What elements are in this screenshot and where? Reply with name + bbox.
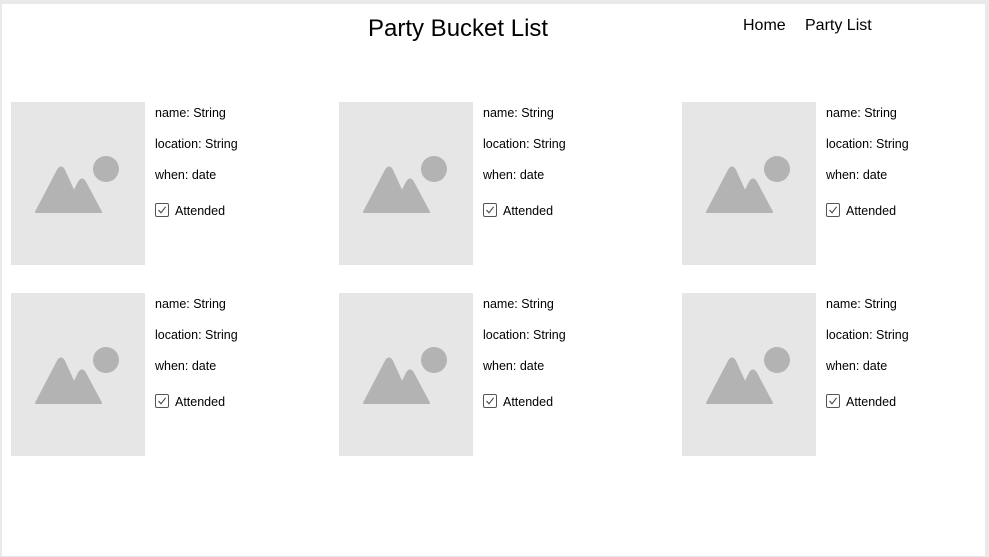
party-image: [682, 102, 816, 265]
image-placeholder-icon: [706, 347, 790, 404]
party-image: [11, 293, 145, 456]
image-placeholder-icon: [363, 156, 447, 213]
image-placeholder-icon: [35, 347, 119, 404]
checkbox-box[interactable]: [826, 203, 840, 217]
checkbox-box[interactable]: [483, 203, 497, 217]
party-image: [682, 293, 816, 456]
party-name: name: String: [483, 106, 554, 120]
attended-label: Attended: [503, 395, 554, 409]
checkmark-icon: [829, 206, 838, 214]
image-placeholder-icon: [363, 347, 447, 404]
party-date: when: date: [483, 359, 545, 373]
checkmark-icon: [829, 397, 838, 405]
party-location: location: String: [155, 137, 238, 151]
image-placeholder-icon: [35, 156, 119, 213]
party-date: when: date: [826, 359, 888, 373]
checkmark-icon: [158, 397, 167, 405]
checkmark-icon: [486, 206, 495, 214]
party-name: name: String: [155, 106, 226, 120]
party-image: [339, 293, 473, 456]
nav-party-list-link[interactable]: Party List: [805, 17, 872, 35]
checkbox-box[interactable]: [155, 394, 169, 408]
party-location: location: String: [483, 137, 566, 151]
party-name: name: String: [483, 297, 554, 311]
checkbox-box[interactable]: [155, 203, 169, 217]
page-canvas: [2, 4, 985, 556]
attended-label: Attended: [846, 395, 897, 409]
party-image: [339, 102, 473, 265]
nav-home-link[interactable]: Home: [743, 17, 786, 35]
party-date: when: date: [155, 359, 217, 373]
party-name: name: String: [155, 297, 226, 311]
attended-label: Attended: [175, 204, 226, 218]
party-location: location: String: [826, 137, 909, 151]
page-title: Party Bucket List: [368, 15, 549, 42]
attended-label: Attended: [175, 395, 226, 409]
party-location: location: String: [155, 328, 238, 342]
party-name: name: String: [826, 297, 897, 311]
party-location: location: String: [826, 328, 909, 342]
checkmark-icon: [158, 206, 167, 214]
checkmark-icon: [486, 397, 495, 405]
party-location: location: String: [483, 328, 566, 342]
party-date: when: date: [483, 168, 545, 182]
party-date: when: date: [155, 168, 217, 182]
attended-label: Attended: [846, 204, 897, 218]
party-image: [11, 102, 145, 265]
checkbox-box[interactable]: [826, 394, 840, 408]
party-date: when: date: [826, 168, 888, 182]
party-name: name: String: [826, 106, 897, 120]
image-placeholder-icon: [706, 156, 790, 213]
attended-label: Attended: [503, 204, 554, 218]
checkbox-box[interactable]: [483, 394, 497, 408]
